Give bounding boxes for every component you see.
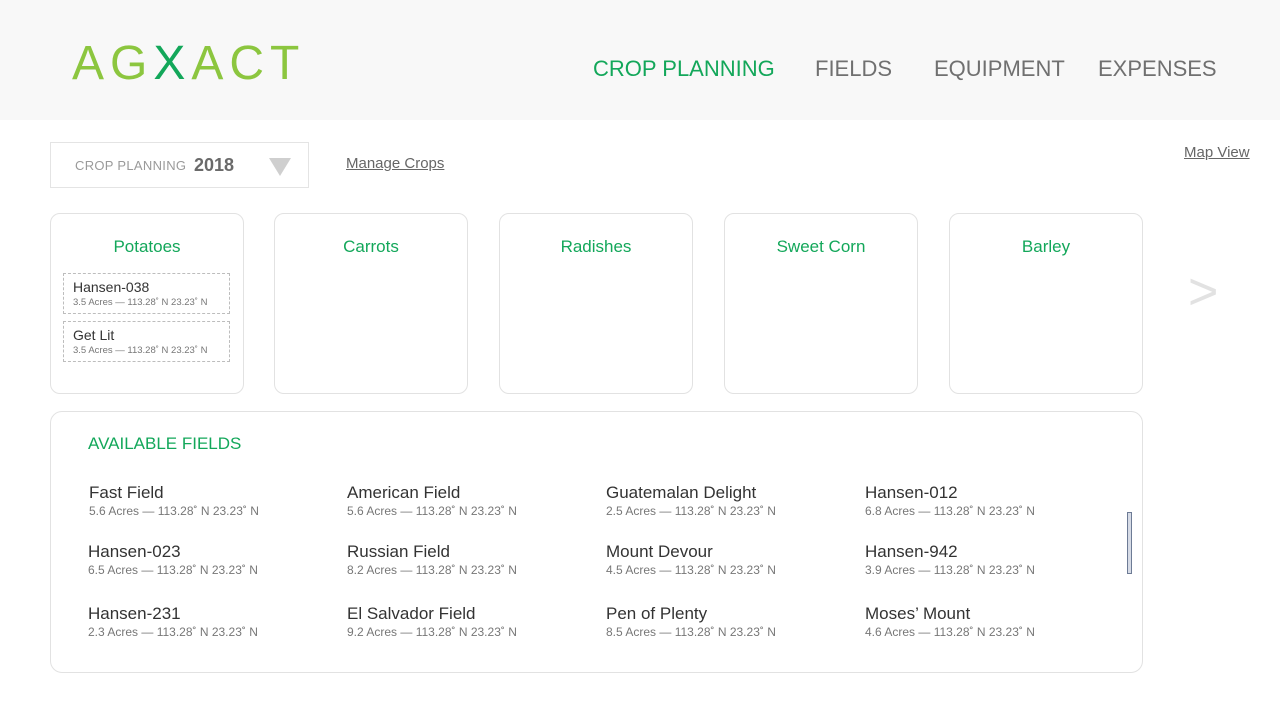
available-field-item[interactable]: Hansen-023 6.5 Acres — 113.28˚ N 23.23˚ … [88,542,258,577]
field-name: Hansen-038 [73,279,150,295]
crop-card-title: Radishes [560,237,632,256]
available-field-item[interactable]: Fast Field 5.6 Acres — 113.28˚ N 23.23˚ … [89,483,259,518]
field-meta: 3.5 Acres — 113.28˚ N 23.23˚ N [73,345,208,356]
logo-text-ag: AG [72,37,154,90]
available-field-item[interactable]: El Salvador Field 9.2 Acres — 113.28˚ N … [347,604,517,639]
header-bar: AGXACT CROP PLANNING FIELDS EQUIPMENT EX… [0,0,1280,120]
logo-text-x: X [153,37,192,90]
available-field-item[interactable]: Hansen-012 6.8 Acres — 113.28˚ N 23.23˚ … [865,483,1035,518]
crop-card-sweet-corn[interactable]: Sweet Corn [724,213,918,394]
crop-card-potatoes[interactable]: Potatoes Hansen-038 3.5 Acres — 113.28˚ … [50,213,244,394]
crop-card-barley[interactable]: Barley [949,213,1143,394]
assigned-field[interactable]: Hansen-038 3.5 Acres — 113.28˚ N 23.23˚ … [63,273,230,314]
field-name: Hansen-942 [865,542,958,561]
agxact-logo[interactable]: AGXACT [72,38,305,90]
nav-crop-planning[interactable]: CROP PLANNING [593,56,775,82]
field-name: Pen of Plenty [606,604,708,623]
field-name: Hansen-012 [865,483,958,502]
field-meta: 5.6 Acres — 113.28˚ N 23.23˚ N [89,504,259,518]
field-meta: 5.6 Acres — 113.28˚ N 23.23˚ N [347,504,517,518]
field-meta: 8.5 Acres — 113.28˚ N 23.23˚ N [606,625,776,639]
field-meta: 6.8 Acres — 113.28˚ N 23.23˚ N [865,504,1035,518]
available-field-item[interactable]: American Field 5.6 Acres — 113.28˚ N 23.… [347,483,517,518]
field-name: Guatemalan Delight [606,483,757,502]
field-meta: 4.6 Acres — 113.28˚ N 23.23˚ N [865,625,1035,639]
nav-expenses[interactable]: EXPENSES [1098,56,1217,82]
manage-crops-link[interactable]: Manage Crops [346,155,444,172]
crop-card-radishes[interactable]: Radishes [499,213,693,394]
crop-card-title: Potatoes [113,237,181,256]
available-field-item[interactable]: Pen of Plenty 8.5 Acres — 113.28˚ N 23.2… [606,604,776,639]
assigned-field[interactable]: Get Lit 3.5 Acres — 113.28˚ N 23.23˚ N [63,321,230,362]
crop-card-title: Carrots [343,237,399,256]
field-name: Moses’ Mount [865,604,971,623]
field-meta: 6.5 Acres — 113.28˚ N 23.23˚ N [88,563,258,577]
year-dropdown[interactable]: CROP PLANNING 2018 [50,142,309,188]
available-field-item[interactable]: Guatemalan Delight 2.5 Acres — 113.28˚ N… [606,483,776,518]
field-meta: 4.5 Acres — 113.28˚ N 23.23˚ N [606,563,776,577]
available-field-item[interactable]: Russian Field 8.2 Acres — 113.28˚ N 23.2… [347,542,517,577]
available-fields-title: AVAILABLE FIELDS [88,434,242,453]
nav-fields[interactable]: FIELDS [815,56,892,82]
field-meta: 8.2 Acres — 113.28˚ N 23.23˚ N [347,563,517,577]
field-name: Hansen-023 [88,542,181,561]
crop-card-carrots[interactable]: Carrots [274,213,468,394]
field-meta: 3.5 Acres — 113.28˚ N 23.23˚ N [73,297,208,308]
logo-text-act: ACT [191,37,306,90]
year-dropdown-label: CROP PLANNING [75,158,187,173]
field-meta: 3.9 Acres — 113.28˚ N 23.23˚ N [865,563,1035,577]
available-field-item[interactable]: Hansen-942 3.9 Acres — 113.28˚ N 23.23˚ … [865,542,1035,577]
map-view-link[interactable]: Map View [1184,144,1250,161]
year-dropdown-value: 2018 [194,155,235,175]
next-crops-arrow-icon[interactable]: > [1188,262,1218,322]
field-meta: 9.2 Acres — 113.28˚ N 23.23˚ N [347,625,517,639]
field-name: Mount Devour [606,542,713,561]
available-field-item[interactable]: Hansen-231 2.3 Acres — 113.28˚ N 23.23˚ … [88,604,258,639]
available-field-item[interactable]: Moses’ Mount 4.6 Acres — 113.28˚ N 23.23… [865,604,1035,639]
field-name: Fast Field [89,483,164,502]
chevron-down-icon [269,158,291,176]
field-name: Russian Field [347,542,450,561]
nav-equipment[interactable]: EQUIPMENT [934,56,1065,82]
fields-scrollbar[interactable] [1127,512,1132,574]
crop-card-title: Barley [1021,237,1071,256]
field-meta: 2.5 Acres — 113.28˚ N 23.23˚ N [606,504,776,518]
field-meta: 2.3 Acres — 113.28˚ N 23.23˚ N [88,625,258,639]
field-name: Get Lit [73,327,115,343]
crop-card-title: Sweet Corn [776,237,866,256]
available-field-item[interactable]: Mount Devour 4.5 Acres — 113.28˚ N 23.23… [606,542,776,577]
field-name: American Field [347,483,461,502]
field-name: El Salvador Field [347,604,476,623]
field-name: Hansen-231 [88,604,181,623]
